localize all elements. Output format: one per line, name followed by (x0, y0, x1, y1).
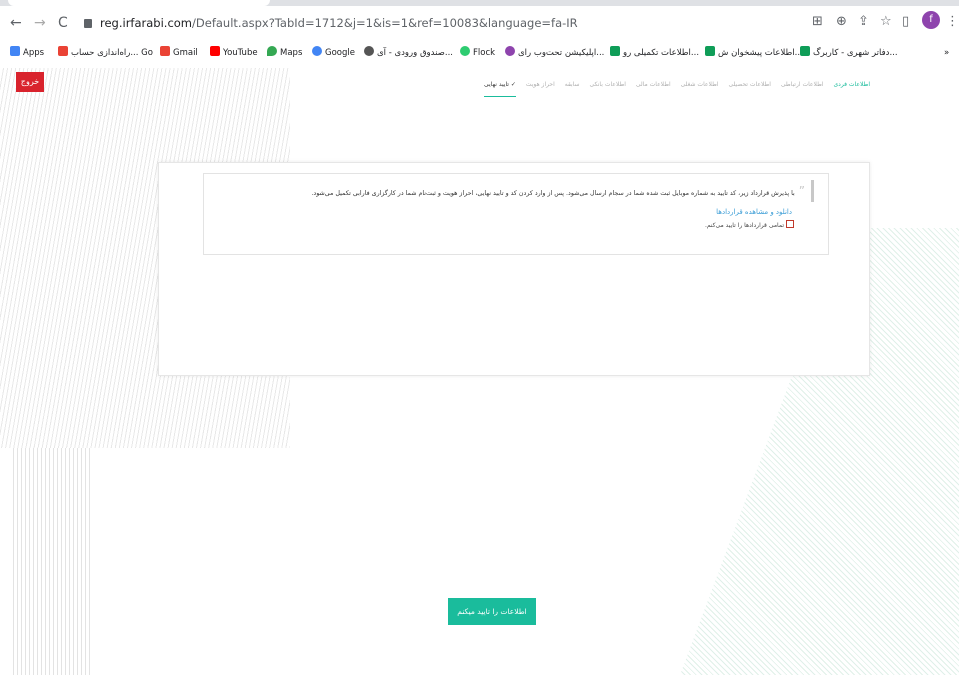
browser-chrome: ← → C reg.irfarabi.com/Default.aspx?TabI… (0, 0, 959, 68)
sheets-icon (610, 46, 620, 56)
bookmark-flock[interactable]: Flock (460, 46, 495, 60)
url-host: reg.irfarabi.com (100, 16, 193, 30)
contract-card: ”با پذیرش قرارداد زیر، کد تایید به شماره… (158, 162, 870, 376)
bookmark-youtube[interactable]: YouTube (210, 46, 258, 60)
sheets-icon (705, 46, 715, 56)
step-identity[interactable]: احراز هویت (526, 78, 555, 92)
star-icon[interactable]: ☆ (880, 13, 892, 31)
contract-panel: ”با پذیرش قرارداد زیر، کد تایید به شماره… (203, 173, 829, 255)
back-icon[interactable]: ← (10, 14, 22, 32)
bookmark-inbox[interactable]: صندوق ورودی - آی... (364, 46, 453, 60)
address-bar[interactable]: reg.irfarabi.com/Default.aspx?TabId=1712… (84, 12, 884, 34)
bookmark-city-offices[interactable]: دفاتر شهری - کاربرگ... (800, 46, 898, 60)
gmail-icon (160, 46, 170, 56)
agree-label: تمامی قراردادها را تایید می‌کنم. (704, 222, 784, 229)
bookmark-extra-info[interactable]: اطلاعات تکمیلی رو... (610, 46, 699, 60)
bookmark-apps[interactable]: Apps (10, 46, 44, 60)
bookmark-account[interactable]: راه‌اندازی حساب... Go (58, 46, 153, 60)
confirm-button[interactable]: اطلاعات را تایید میکنم (448, 598, 536, 625)
maps-icon (267, 46, 277, 56)
flock-icon (460, 46, 470, 56)
bookmark-maps[interactable]: Maps (267, 46, 302, 60)
step-wizard: اطلاعات فردی اطلاعات ارتباطی اطلاعات تحص… (405, 78, 870, 97)
globe-icon (364, 46, 374, 56)
gmail-icon (58, 46, 68, 56)
quote-icon: ” (798, 184, 805, 198)
zoom-icon[interactable]: ⊕ (836, 13, 847, 31)
sheets-icon (800, 46, 810, 56)
bookmark-gmail[interactable]: Gmail (160, 46, 198, 60)
translate-icon[interactable]: ⊞ (812, 13, 823, 31)
app-icon (505, 46, 515, 56)
url-path: /Default.aspx?TabId=1712&j=1&is=1&ref=10… (192, 16, 578, 30)
bookmark-google[interactable]: Google (312, 46, 355, 60)
step-contact[interactable]: اطلاعات ارتباطی (781, 78, 824, 92)
apps-icon (10, 46, 20, 56)
youtube-icon (210, 46, 220, 56)
step-financial[interactable]: اطلاعات مالی (636, 78, 671, 92)
bookmarks-more[interactable]: » (944, 46, 949, 60)
step-job[interactable]: اطلاعات شغلی (681, 78, 719, 92)
step-personal[interactable]: اطلاعات فردی (833, 78, 870, 92)
notice-quote: ”با پذیرش قرارداد زیر، کد تایید به شماره… (294, 180, 814, 202)
page-content: خروج اطلاعات فردی اطلاعات ارتباطی اطلاعا… (0, 68, 959, 675)
avatar[interactable]: f (922, 11, 940, 29)
forward-icon[interactable]: → (34, 14, 46, 32)
share-icon[interactable]: ⇪ (858, 13, 869, 31)
download-contracts-link[interactable]: دانلود و مشاهده قراردادها (716, 208, 792, 216)
bookmark-counter-info[interactable]: اطلاعات پیشخوان ش... (705, 46, 803, 60)
sidepanel-icon[interactable]: ▯ (902, 13, 909, 31)
bookmarks-bar: Apps راه‌اندازی حساب... Go Gmail YouTube… (0, 42, 959, 66)
agree-checkbox[interactable] (786, 220, 794, 228)
exit-button[interactable]: خروج (16, 72, 44, 92)
tab-strip (0, 0, 959, 6)
active-tab[interactable] (8, 0, 270, 6)
step-final-confirmation[interactable]: ✓ تایید نهایی (483, 78, 516, 97)
check-icon: ✓ (508, 81, 516, 88)
agree-row: تمامی قراردادها را تایید می‌کنم. (705, 220, 794, 231)
bookmark-vote-app[interactable]: اپلیکیشن تحت‌وب رای... (505, 46, 604, 60)
google-icon (312, 46, 322, 56)
decorative-stripes-bottom-left (10, 448, 90, 675)
menu-icon[interactable]: ⋮ (946, 13, 959, 31)
reload-icon[interactable]: C (58, 14, 68, 32)
step-history[interactable]: سابقه (565, 78, 580, 92)
step-education[interactable]: اطلاعات تحصیلی (728, 78, 771, 92)
notice-text: با پذیرش قرارداد زیر، کد تایید به شماره … (311, 190, 795, 197)
step-bank[interactable]: اطلاعات بانکی (589, 78, 625, 92)
lock-icon (84, 19, 92, 28)
